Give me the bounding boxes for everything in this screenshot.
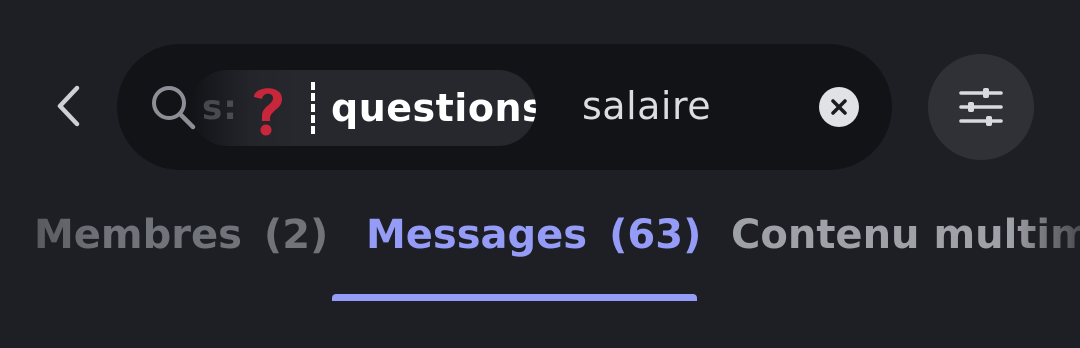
chip-prefix: s: [202,88,238,128]
tab-media[interactable]: Contenu multimé [731,212,1080,258]
tab-count: (63) [609,212,702,258]
chip-value: questions [331,86,536,130]
search-filter-chip[interactable]: s: questions [190,70,536,146]
tab-label: Contenu multimé [731,212,1080,258]
tab-label: Messages [366,212,588,258]
search-query-text[interactable]: salaire [582,84,711,128]
sliders-icon [959,88,1003,126]
chevron-left-icon [57,85,80,127]
back-button[interactable] [40,74,96,138]
tab-messages[interactable]: Messages (63) [366,212,701,258]
red-question-mark-icon [254,88,282,136]
close-icon [831,99,847,115]
tab-members[interactable]: Membres (2) [34,212,328,258]
search-filters-button[interactable] [928,54,1034,160]
active-tab-indicator [332,294,697,301]
tab-label: Membres [34,212,242,258]
clear-search-button[interactable] [819,87,859,127]
tab-count: (2) [263,212,329,258]
text-cursor [311,82,320,134]
